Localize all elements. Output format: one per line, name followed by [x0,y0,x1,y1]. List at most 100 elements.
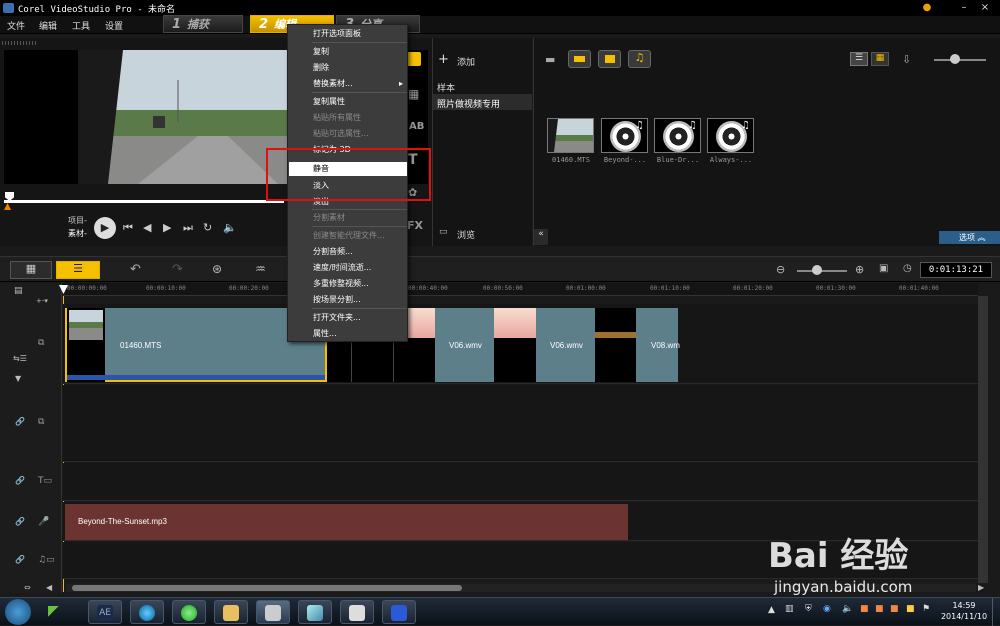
start-button[interactable] [5,599,31,625]
collapse-sidebar-icon[interactable]: « [534,229,548,245]
scroll-left-icon[interactable]: ◀ [46,583,52,592]
menu-split-audio[interactable]: 分割音频... [313,245,407,259]
menu-properties[interactable]: 属性... [313,327,407,341]
nvidia-icon[interactable]: ◤ [48,603,72,621]
expand-arrow-icon[interactable]: ▼ [15,374,21,383]
close-button[interactable]: × [976,1,994,14]
options-button[interactable]: 选项 ︽ [939,231,1000,244]
tray-shield-icon[interactable]: ⛨ [805,604,812,614]
tray-network-icon[interactable]: ▥ [785,604,794,614]
menu-split-by-scene[interactable]: 按场景分割... [313,293,407,307]
tray-volume-icon[interactable]: 🔈 [842,604,853,614]
show-desktop-button[interactable] [992,598,1000,626]
tray-app-icon[interactable]: ■ [875,604,884,614]
ripple-edit-icon[interactable]: ⇆☰ [13,354,27,363]
record-capture-icon[interactable]: ⊛ [212,262,222,276]
app-globe-icon[interactable]: ● [918,1,936,14]
vertical-scrollbar[interactable] [978,296,988,583]
track-visibility-icon[interactable]: 🔗 [15,517,25,526]
menu-copy[interactable]: 复制 [313,45,407,59]
library-item-audio[interactable]: ♫ [707,118,754,153]
library-item-audio[interactable]: ♫ [654,118,701,153]
thumbnail-size-slider[interactable] [934,59,986,61]
timecode-display[interactable]: 0:01:13:21 [920,262,992,278]
video-clip[interactable]: V06.wmv [536,308,595,382]
menu-edit[interactable]: 编辑 [39,19,57,32]
project-mode-label[interactable]: 项目- [68,215,87,226]
sort-icon[interactable]: ⇩ [902,53,911,66]
clip-mode-label[interactable]: 素材- [68,228,87,239]
tray-app-icon[interactable]: ■ [906,604,915,614]
menu-open-folder[interactable]: 打开文件夹... [313,311,407,325]
scrollbar-thumb[interactable] [72,585,462,591]
audio-clip[interactable]: Beyond-The-Sunset.mp3 [65,504,628,540]
list-view-icon[interactable]: ☰ [850,52,868,66]
menu-delete[interactable]: 删除 [313,61,407,75]
clock[interactable]: 14:59 2014/11/10 [940,600,988,622]
menu-tools[interactable]: 工具 [72,19,90,32]
zoom-out-icon[interactable]: ⊖ [776,263,785,276]
timeline-ruler[interactable]: 00:00:00:00 00:00:10:00 00:00:20:00 00:0… [63,283,978,296]
show-photo-icon[interactable] [598,50,621,68]
taskbar-ie[interactable] [130,600,164,624]
menu-replace-clip[interactable]: 替换素材... ▸ [313,77,407,91]
title-track[interactable] [63,463,978,501]
taskbar-videostudio[interactable] [256,600,290,624]
browse-icon[interactable]: ▭ [439,227,448,237]
folder-samples[interactable]: 样本 [437,81,455,94]
overlay-track[interactable] [63,385,978,462]
zoom-in-icon[interactable]: ⊕ [855,263,864,276]
scroll-right-icon[interactable]: ▶ [978,583,984,592]
play-button[interactable]: ▶ [94,217,116,239]
filter-icon[interactable]: FX [407,219,423,232]
panel-grip[interactable] [2,41,36,45]
taskbar-notepad[interactable] [340,600,374,624]
thumbnail-view-icon[interactable]: ▦ [871,52,889,66]
track-visibility-icon[interactable]: 🔗 [15,417,25,426]
video-clip[interactable] [595,308,636,382]
library-item-video[interactable] [547,118,594,153]
taskbar-app[interactable] [298,600,332,624]
show-video-icon[interactable] [568,50,591,68]
slider-thumb[interactable] [950,54,960,64]
tray-expand-icon[interactable]: ▲ [768,605,775,615]
repeat-icon[interactable]: ↻ [203,221,212,234]
video-clip[interactable]: V06.wmv [435,308,494,382]
skip-start-icon[interactable]: ⏮ [123,221,133,235]
library-item-audio[interactable]: ♫ [601,118,648,153]
minimize-button[interactable]: – [955,1,973,14]
video-clip[interactable] [494,308,536,382]
menu-file[interactable]: 文件 [7,19,25,32]
step-back-icon[interactable]: ◀ [143,221,151,234]
menu-settings[interactable]: 设置 [105,19,123,32]
folder-photo-video[interactable]: 照片做视频专用 [437,97,500,110]
add-remove-track-icon[interactable]: +-▾ [36,297,48,305]
browse-button[interactable]: 浏览 [457,228,475,241]
zoom-slider-thumb[interactable] [812,265,822,275]
sound-mixer-icon[interactable]: ♒ [255,262,266,276]
add-icon[interactable]: + [438,52,449,67]
track-visibility-icon[interactable]: 🔗 [15,555,25,564]
menu-copy-attributes[interactable]: 复制属性 [313,95,407,109]
media-category-icon[interactable] [407,52,421,66]
menu-multi-trim[interactable]: 多重修整视频... [313,277,407,291]
tab-capture[interactable]: 1 捕获 [163,15,243,33]
scrub-bar[interactable] [4,200,284,203]
track-visibility-icon[interactable]: 🔗 [15,476,25,485]
tray-app-icon[interactable]: ■ [890,604,899,614]
transition-icon[interactable]: AB [409,121,424,132]
taskbar-baidu[interactable] [382,600,416,624]
menu-open-options[interactable]: 打开选项面板 [313,27,407,41]
tray-app-icon[interactable]: ■ [860,604,869,614]
fit-timeline-icon[interactable]: ⇔ [24,583,31,592]
storyboard-view-icon[interactable]: ▦ [10,261,52,279]
redo-icon[interactable]: ↷ [172,262,183,277]
undo-icon[interactable]: ↶ [130,262,141,277]
track-manager-icon[interactable]: ▤ [14,286,23,296]
taskbar-360[interactable] [172,600,206,624]
show-audio-icon[interactable]: ♫ [628,50,651,68]
fit-project-icon[interactable]: ▣ [879,263,888,274]
folder-icon[interactable]: ▬ [545,53,555,66]
taskbar-after-effects[interactable]: AE [88,600,122,624]
taskbar-explorer[interactable] [214,600,248,624]
